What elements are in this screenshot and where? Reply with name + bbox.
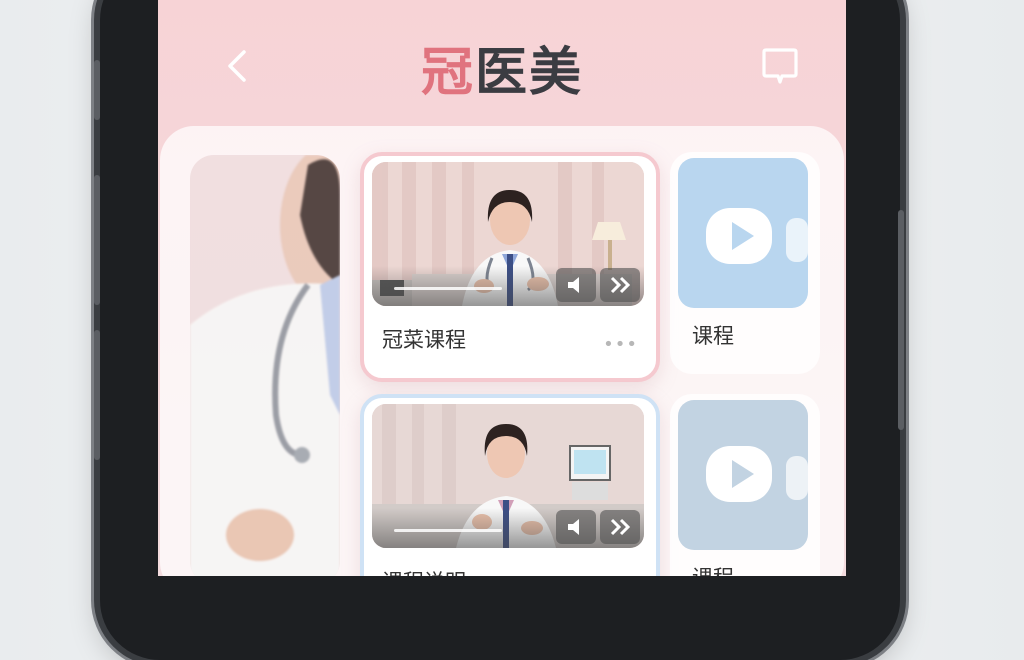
card-title: 课程 bbox=[692, 562, 734, 576]
fast-forward-icon bbox=[610, 276, 631, 294]
doctor-illustration bbox=[190, 155, 340, 576]
card-title: 课程说明 bbox=[382, 566, 466, 576]
app-title: 冠医美 bbox=[158, 30, 846, 105]
video-thumbnail[interactable] bbox=[372, 404, 644, 548]
bookmark-button[interactable] bbox=[758, 44, 802, 88]
play-icon bbox=[706, 208, 808, 264]
video-controls bbox=[372, 266, 644, 306]
video-progress[interactable] bbox=[394, 529, 502, 532]
card-title: 课程 bbox=[692, 324, 734, 348]
card-title: 冠菜课程 bbox=[382, 328, 466, 352]
bookmark-icon bbox=[762, 48, 798, 84]
volume-icon bbox=[568, 519, 579, 535]
app-title-rest: 医美 bbox=[475, 43, 584, 103]
course-thumbnail[interactable] bbox=[678, 158, 808, 308]
volume-icon bbox=[568, 277, 579, 293]
video-thumbnail[interactable] bbox=[372, 162, 644, 306]
course-thumbnail[interactable] bbox=[678, 400, 808, 550]
volume-button[interactable] bbox=[556, 510, 596, 544]
course-card[interactable]: 课程 bbox=[670, 394, 820, 576]
app-screen: 冠医美 冠菜课程 ••• 课程 bbox=[158, 0, 846, 576]
app-title-accent: 冠 bbox=[420, 43, 475, 103]
fast-forward-button[interactable] bbox=[600, 510, 640, 544]
side-video-card[interactable] bbox=[190, 155, 340, 576]
fast-forward-icon bbox=[610, 518, 631, 536]
phone-side-button bbox=[94, 60, 100, 120]
video-card[interactable]: 课程说明 ••• bbox=[360, 394, 660, 576]
video-controls bbox=[372, 508, 644, 548]
phone-side-button bbox=[94, 330, 100, 460]
more-options-button[interactable]: ••• bbox=[603, 334, 638, 355]
phone-side-button bbox=[898, 210, 904, 430]
course-card[interactable]: 课程 bbox=[670, 152, 820, 374]
fast-forward-button[interactable] bbox=[600, 268, 640, 302]
volume-button[interactable] bbox=[556, 268, 596, 302]
play-icon bbox=[706, 446, 808, 502]
video-progress[interactable] bbox=[394, 287, 502, 290]
video-card[interactable]: 冠菜课程 ••• bbox=[360, 152, 660, 382]
phone-side-button bbox=[94, 175, 100, 305]
